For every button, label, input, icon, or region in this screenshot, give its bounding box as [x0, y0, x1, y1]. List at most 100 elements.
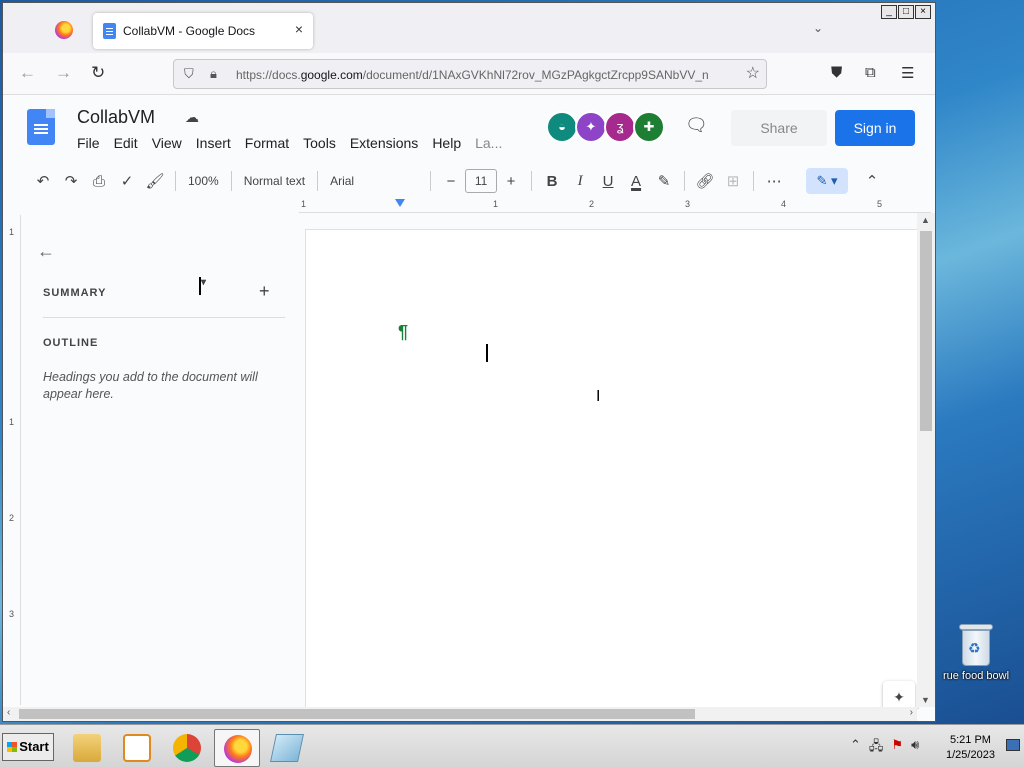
- network-icon[interactable]: 🖧︎: [869, 737, 884, 759]
- insert-link-icon[interactable]: 🔗︎: [691, 167, 719, 195]
- document-title[interactable]: CollabVM: [77, 107, 155, 128]
- zoom-select[interactable]: 100% ▼: [182, 167, 225, 295]
- tab-close-icon[interactable]: ×: [295, 21, 303, 37]
- outline-hint-text: Headings you add to the document will ap…: [43, 370, 258, 401]
- system-tray: ⌃ 🖧︎ ⚑ 🔊︎: [850, 737, 919, 759]
- outline-divider: [43, 317, 285, 318]
- print-icon[interactable]: ⎙: [85, 167, 113, 195]
- taskbar-firefox[interactable]: [214, 729, 260, 767]
- italic-icon[interactable]: I: [566, 167, 594, 195]
- toolbar-divider: [753, 171, 755, 191]
- font-size-input[interactable]: 11: [465, 169, 498, 193]
- notepad-icon: [270, 734, 304, 762]
- clock-time: 5:21 PM: [949, 734, 991, 746]
- recycle-bin-icon: ♻: [959, 624, 993, 666]
- minimize-button[interactable]: _: [881, 5, 897, 19]
- more-options-icon[interactable]: ⋯: [760, 167, 788, 195]
- recycle-bin-desktop-icon[interactable]: ♻ rue food bowl: [940, 624, 1012, 682]
- taskbar-media-player[interactable]: [114, 729, 160, 767]
- taskbar-explorer[interactable]: [64, 729, 110, 767]
- scroll-down-icon[interactable]: ▼: [921, 695, 930, 705]
- taskbar-notepad[interactable]: [264, 729, 310, 767]
- clock-date: 1/25/2023: [946, 749, 995, 761]
- close-outline-arrow-icon[interactable]: ←: [37, 241, 55, 262]
- url-text[interactable]: https://docs.google.com/document/d/1NAxG…: [236, 68, 736, 82]
- avatar[interactable]: ✦: [575, 111, 607, 143]
- menu-edit[interactable]: Edit: [114, 135, 138, 151]
- start-button[interactable]: Start: [2, 733, 54, 761]
- undo-icon[interactable]: ↶: [29, 167, 57, 195]
- show-hidden-icons-icon[interactable]: ⌃: [850, 737, 861, 759]
- volume-icon[interactable]: 🔊︎: [911, 737, 919, 759]
- pocket-icon[interactable]: ⛊: [831, 64, 842, 81]
- taskbar-chrome[interactable]: [164, 729, 210, 767]
- menu-last-edit[interactable]: La...: [475, 135, 502, 151]
- comment-history-icon[interactable]: 🗨︎: [685, 115, 708, 136]
- maximize-button[interactable]: □: [898, 5, 914, 19]
- toolbar-divider: [175, 171, 176, 191]
- menu-tools[interactable]: Tools: [303, 135, 336, 151]
- decrease-font-size-button[interactable]: −: [437, 167, 465, 195]
- menu-icon[interactable]: ☰: [901, 64, 914, 82]
- ruler-mark: 1: [9, 417, 15, 427]
- outline-heading: OUTLINE: [43, 337, 99, 349]
- google-docs-favicon: [103, 23, 116, 39]
- text-color-icon[interactable]: A: [622, 167, 650, 195]
- docs-logo-icon[interactable]: [27, 109, 55, 145]
- indent-marker[interactable]: [395, 199, 405, 207]
- lock-icon[interactable]: 🔒︎: [210, 66, 217, 82]
- ruler-mark: 3: [685, 199, 691, 209]
- scroll-right-icon[interactable]: ›: [910, 707, 913, 718]
- menu-help[interactable]: Help: [432, 135, 461, 151]
- highlight-color-icon[interactable]: ✎: [650, 167, 678, 195]
- list-all-tabs-icon[interactable]: ⌄: [813, 21, 823, 35]
- menu-file[interactable]: File: [77, 135, 100, 151]
- tracking-shield-icon[interactable]: ⛉: [184, 66, 194, 82]
- menu-insert[interactable]: Insert: [196, 135, 231, 151]
- firefox-icon: [224, 735, 252, 763]
- underline-icon[interactable]: U: [594, 167, 622, 195]
- menu-extensions[interactable]: Extensions: [350, 135, 418, 151]
- bold-icon[interactable]: B: [538, 167, 566, 195]
- toolbar-divider: [317, 171, 319, 191]
- forward-arrow-icon[interactable]: →: [55, 63, 72, 83]
- editing-mode-icon[interactable]: ✎ ▾: [806, 168, 849, 194]
- close-window-button[interactable]: ×: [915, 5, 931, 19]
- horizontal-scrollbar[interactable]: ‹ ›: [3, 707, 917, 721]
- media-player-icon: [123, 734, 151, 762]
- action-center-icon[interactable]: ⚑: [891, 737, 903, 759]
- avatar[interactable]: ʓ: [604, 111, 636, 143]
- sign-in-button[interactable]: Sign in: [835, 110, 915, 146]
- scroll-left-icon[interactable]: ‹: [7, 707, 10, 718]
- toolbar-divider: [230, 171, 232, 191]
- spellcheck-icon[interactable]: ✓: [113, 167, 141, 195]
- menu-view[interactable]: View: [152, 135, 182, 151]
- document-page[interactable]: ¶ I: [305, 229, 919, 709]
- bookmark-star-icon[interactable]: ☆: [746, 63, 760, 83]
- scroll-up-icon[interactable]: ▲: [921, 215, 930, 225]
- system-clock[interactable]: 5:21 PM 1/25/2023: [946, 733, 995, 763]
- show-desktop-button[interactable]: [1006, 739, 1020, 751]
- vertical-scroll-thumb[interactable]: [920, 231, 932, 431]
- vertical-scrollbar[interactable]: ▲ ▼: [917, 213, 935, 707]
- horizontal-scroll-thumb[interactable]: [19, 709, 695, 719]
- ruler-mark: 3: [9, 609, 15, 619]
- font-select[interactable]: Arial ▼: [199, 167, 424, 295]
- cloud-saved-icon[interactable]: ☁: [185, 109, 199, 126]
- menu-format[interactable]: Format: [245, 135, 289, 151]
- url-bar[interactable]: ⛉ 🔒︎ https://docs.google.com/document/d/…: [173, 59, 767, 89]
- add-comment-icon[interactable]: ⊞: [719, 167, 747, 195]
- avatar[interactable]: ✚: [633, 111, 665, 143]
- redo-icon[interactable]: ↷: [57, 167, 85, 195]
- reload-icon[interactable]: ↻: [91, 63, 105, 83]
- back-arrow-icon[interactable]: ←: [19, 63, 36, 83]
- browser-tab[interactable]: CollabVM - Google Docs ×: [93, 13, 313, 49]
- share-button[interactable]: Share: [731, 110, 827, 146]
- increase-font-size-button[interactable]: +: [497, 167, 525, 195]
- extensions-icon[interactable]: ⧉: [865, 64, 876, 81]
- hide-menus-chevron-icon[interactable]: ⌃: [858, 167, 886, 195]
- paragraph-style-select[interactable]: Normal text ▼: [199, 167, 311, 295]
- paint-format-icon[interactable]: 🖌︎: [141, 167, 169, 195]
- avatar[interactable]: ◒: [546, 111, 578, 143]
- add-summary-plus-icon[interactable]: +: [259, 281, 270, 302]
